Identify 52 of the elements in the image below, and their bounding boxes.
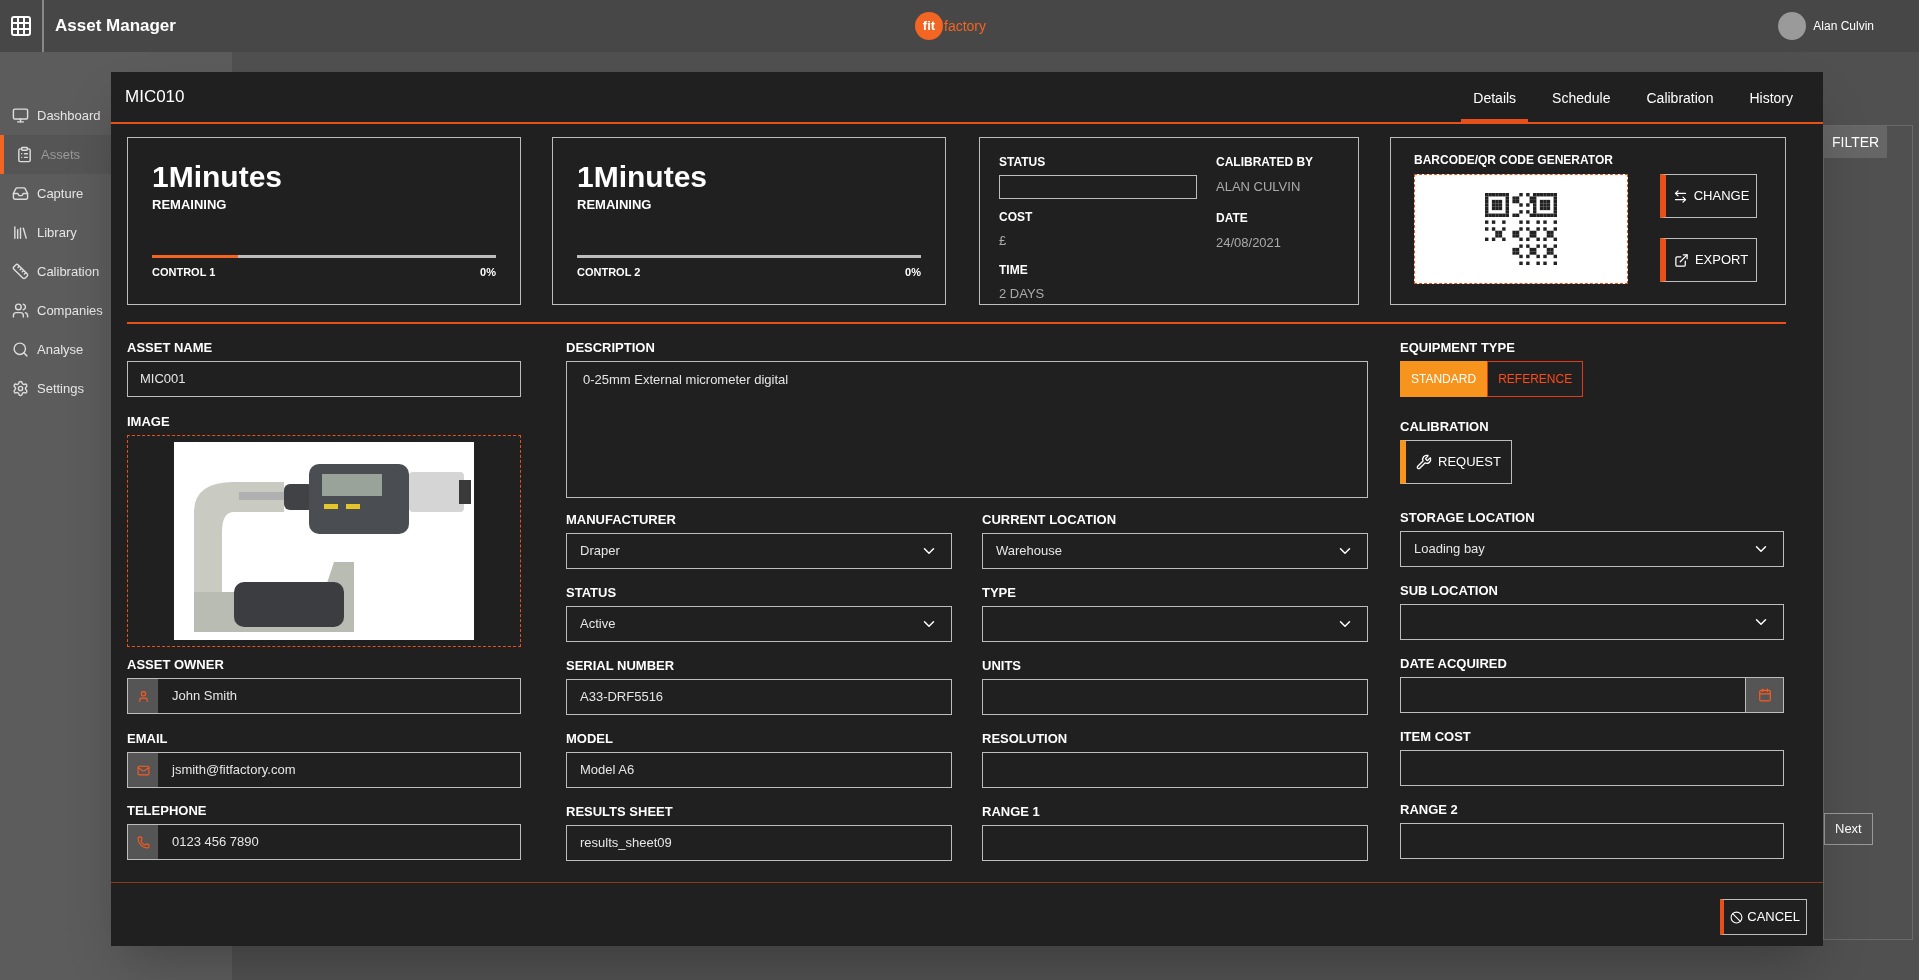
field-label: ASSET NAME (127, 341, 213, 355)
field-label: SERIAL NUMBER (566, 659, 675, 673)
timer-value: 1Minutes (577, 160, 708, 194)
field-label: EQUIPMENT TYPE (1400, 341, 1515, 355)
dialog-title: MIC010 (125, 86, 185, 109)
logo-part-2: factory (944, 16, 986, 36)
field-label: CALIBRATION (1400, 420, 1490, 434)
field-label: TELEPHONE (127, 804, 207, 818)
timer-caption: REMAINING (152, 196, 227, 214)
select-value: Active (580, 615, 616, 634)
field-label: STATUS (566, 586, 617, 600)
field-label: STORAGE LOCATION (1400, 511, 1535, 525)
control-label: CONTROL 2 (577, 264, 641, 280)
summary-label: TIME (999, 261, 1029, 279)
summary-label: STATUS (999, 154, 1047, 171)
timer-value: 1Minutes (152, 160, 283, 194)
field-label: RESOLUTION (982, 732, 1068, 746)
field-label: ASSET OWNER (127, 658, 224, 672)
select-value: Loading bay (1414, 540, 1485, 559)
summary-label: COST (999, 209, 1034, 226)
select-value: Warehouse (996, 542, 1062, 561)
summary-label: CALIBRATED BY (1216, 154, 1314, 171)
summary-label: DATE (1216, 209, 1249, 227)
control-label: CONTROL 1 (152, 264, 216, 280)
app-title: Asset Manager (55, 15, 177, 38)
summary-value: 2 DAYS (999, 284, 1046, 303)
field-label: RESULTS SHEET (566, 805, 673, 819)
field-label: CURRENT LOCATION (982, 513, 1117, 527)
input-value: John Smith (172, 687, 238, 706)
select-value: Draper (580, 542, 620, 561)
input-value: jsmith@fitfactory.com (172, 761, 296, 780)
field-label: DATE ACQUIRED (1400, 657, 1507, 671)
field-label: EMAIL (127, 732, 168, 746)
field-label: UNITS (982, 659, 1021, 673)
field-label: ITEM COST (1400, 730, 1471, 744)
qr-title: BARCODE/QR CODE GENERATOR (1414, 152, 1614, 169)
field-label: MANUFACTURER (566, 513, 676, 527)
input-value: 0123 456 7890 (172, 833, 259, 852)
field-label: RANGE 2 (1400, 803, 1458, 817)
percent-value: 0% (905, 264, 921, 280)
field-label: TYPE (982, 586, 1016, 600)
field-label: SUB LOCATION (1400, 584, 1498, 598)
logo-part-1: fit (915, 12, 943, 40)
field-label: RANGE 1 (982, 805, 1040, 819)
field-label: DESCRIPTION (566, 341, 655, 355)
summary-value: ALAN CULVIN (1216, 178, 1302, 196)
field-label: IMAGE (127, 415, 171, 429)
timer-caption: REMAINING (577, 196, 652, 214)
field-label: MODEL (566, 732, 613, 746)
summary-value: £ (999, 232, 1008, 250)
summary-value: 24/08/2021 (1216, 233, 1283, 252)
percent-value: 0% (480, 264, 496, 280)
